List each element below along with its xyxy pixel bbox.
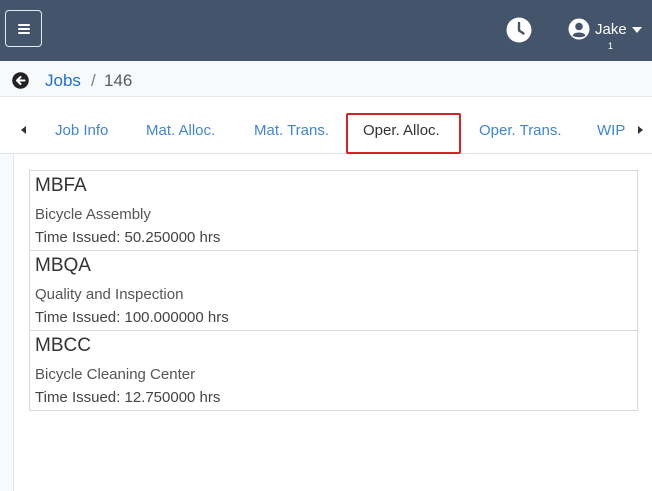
- operation-code: MBQA: [35, 255, 91, 276]
- operation-time-issued: Time Issued: 12.750000 hrs: [35, 389, 221, 406]
- tabs-container: Job Info Mat. Alloc. Mat. Trans. Oper. A…: [0, 97, 652, 153]
- list-item[interactable]: MBQA Quality and Inspection Time Issued:…: [29, 250, 638, 331]
- hamburger-menu-icon: [18, 24, 30, 34]
- user-name: Jake: [595, 21, 627, 38]
- list-item[interactable]: MBFA Bicycle Assembly Time Issued: 50.25…: [29, 170, 638, 251]
- left-sidebar-edge: [0, 154, 14, 491]
- user-menu[interactable]: Jake 1: [568, 18, 648, 52]
- user-circle-icon: [568, 18, 590, 40]
- breadcrumb-current: 146: [104, 71, 133, 90]
- operation-time-issued: Time Issued: 100.000000 hrs: [35, 309, 229, 326]
- tab-job-info[interactable]: Job Info: [55, 122, 108, 139]
- operation-code: MBCC: [35, 335, 91, 356]
- back-arrow-icon[interactable]: [12, 72, 29, 89]
- tab-oper-alloc[interactable]: Oper. Alloc.: [363, 122, 440, 139]
- tab-wip[interactable]: WIP: [597, 122, 625, 139]
- breadcrumb: Jobs / 146: [0, 61, 652, 97]
- breadcrumb-separator: /: [91, 71, 96, 90]
- tab-mat-alloc[interactable]: Mat. Alloc.: [146, 122, 215, 139]
- operation-description: Quality and Inspection: [35, 286, 184, 303]
- list-item[interactable]: MBCC Bicycle Cleaning Center Time Issued…: [29, 330, 638, 411]
- top-navbar: Jake 1: [0, 0, 652, 61]
- breadcrumb-jobs-link[interactable]: Jobs: [45, 71, 81, 91]
- operation-time-issued: Time Issued: 50.250000 hrs: [35, 229, 221, 246]
- clock-icon[interactable]: [506, 17, 532, 43]
- user-badge-count: 1: [608, 41, 614, 51]
- tab-oper-trans[interactable]: Oper. Trans.: [479, 122, 562, 139]
- chevron-down-icon: [632, 27, 642, 33]
- menu-button[interactable]: [5, 10, 42, 47]
- tab-mat-trans[interactable]: Mat. Trans.: [254, 122, 329, 139]
- operation-code: MBFA: [35, 175, 87, 196]
- operation-description: Bicycle Cleaning Center: [35, 366, 196, 383]
- operation-description: Bicycle Assembly: [35, 206, 151, 223]
